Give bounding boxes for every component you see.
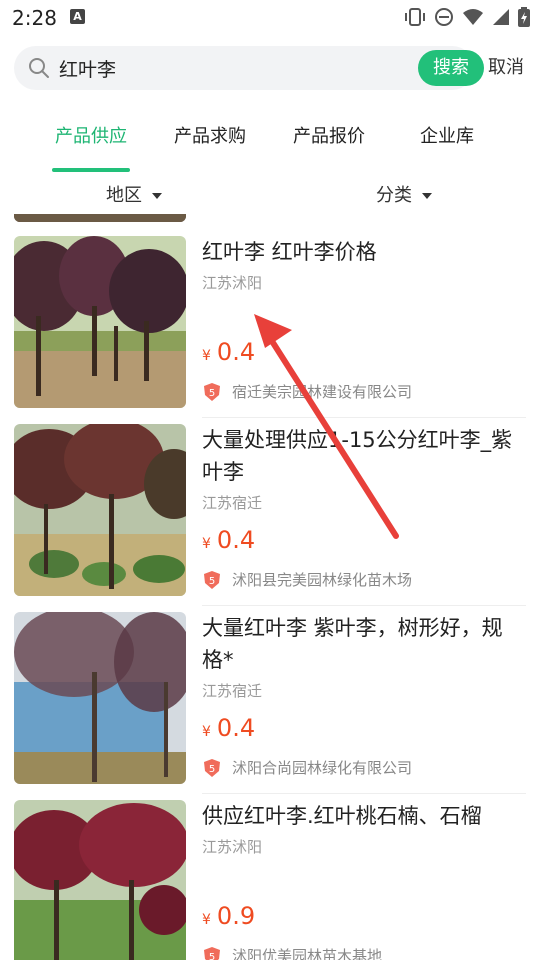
divider [202,793,526,794]
tab-product-supply[interactable]: 产品供应 [52,122,130,148]
status-icons [404,7,530,27]
vibrate-icon [405,8,425,26]
company-row: 5 沭阳合尚园林绿化有限公司 [202,757,412,778]
currency-symbol: ¥ [202,536,211,552]
search-button[interactable]: 搜索 [418,50,484,86]
list-item[interactable]: 供应红叶李.红叶桃石楠、石榴 江苏沭阳 ¥0.9 5 沭阳优美园林苗木基地 [0,800,540,960]
badge-level: 5 [209,576,215,587]
badge-level: 5 [209,764,215,775]
product-title: 大量红叶李 紫叶李，树形好，规格* [202,616,503,672]
category-filter-label: 分类 [376,185,412,206]
shield-badge-icon: 5 [204,758,220,777]
product-price: ¥0.4 [202,714,255,742]
product-info: 大量处理供应1-15公分红叶李_紫叶李 江苏宿迁 ¥0.4 5 沭阳县完美园林绿… [202,424,522,604]
company-name: 沭阳优美园林苗木基地 [232,947,383,960]
product-title: 大量处理供应1-15公分红叶李_紫叶李 [202,428,513,484]
product-price: ¥0.4 [202,526,255,554]
region-filter-label: 地区 [106,185,142,206]
badge-level: 5 [209,388,215,399]
product-title: 红叶李 红叶李价格 [202,240,377,264]
divider [202,605,526,606]
region-filter[interactable]: 地区 [106,181,162,207]
company-name: 宿迁美宗园林建设有限公司 [232,383,413,401]
shield-badge-icon: 5 [204,946,220,960]
tab-product-purchase[interactable]: 产品求购 [171,122,249,148]
product-price: ¥0.4 [202,338,255,366]
search-box[interactable]: 搜索 [14,46,484,90]
company-row: 5 沭阳优美园林苗木基地 [202,945,382,960]
shield-badge-icon: 5 [204,570,220,589]
tab-product-quote[interactable]: 产品报价 [290,122,368,148]
category-filter[interactable]: 分类 [376,181,432,207]
status-time: 2:28 [12,6,57,30]
price-value: 0.4 [216,338,256,366]
product-location: 江苏沭阳 [202,838,263,856]
notification-a-icon: A [70,9,85,24]
tab-company-library[interactable]: 企业库 [412,122,482,148]
wifi-icon [463,9,483,25]
search-icon [29,58,49,78]
cancel-button[interactable]: 取消 [488,46,524,90]
price-value: 0.4 [216,526,256,554]
divider [202,417,526,418]
product-list: 红叶李 红叶李价格 江苏沭阳 ¥0.4 5 宿迁美宗园林建设有限公司 大量处理供… [0,214,540,960]
product-image [14,424,186,596]
product-location: 江苏沭阳 [202,274,263,292]
status-bar: 2:28 A [0,0,540,36]
list-item-partial[interactable] [0,214,540,224]
company-name: 沭阳合尚园林绿化有限公司 [232,759,413,777]
product-image [14,236,186,408]
price-value: 0.9 [216,902,256,930]
company-row: 5 沭阳县完美园林绿化苗木场 [202,569,412,590]
battery-icon [518,7,530,27]
signal-icon [493,9,509,25]
minus-circle-icon [435,8,453,26]
product-title: 供应红叶李.红叶桃石楠、石榴 [202,804,482,828]
product-info: 红叶李 红叶李价格 江苏沭阳 ¥0.4 5 宿迁美宗园林建设有限公司 [202,236,522,416]
shield-badge-icon: 5 [204,382,220,401]
list-item[interactable]: 红叶李 红叶李价格 江苏沭阳 ¥0.4 5 宿迁美宗园林建设有限公司 [0,236,540,418]
chevron-down-icon [152,193,162,199]
badge-level: 5 [209,952,215,960]
product-image [14,214,186,222]
list-item[interactable]: 大量红叶李 紫叶李，树形好，规格* 江苏宿迁 ¥0.4 5 沭阳合尚园林绿化有限… [0,612,540,794]
product-info: 供应红叶李.红叶桃石楠、石榴 江苏沭阳 ¥0.9 5 沭阳优美园林苗木基地 [202,800,522,960]
product-location: 江苏宿迁 [202,682,263,700]
product-price: ¥0.9 [202,902,255,930]
list-item[interactable]: 大量处理供应1-15公分红叶李_紫叶李 江苏宿迁 ¥0.4 5 沭阳县完美园林绿… [0,424,540,606]
search-input[interactable] [59,46,359,90]
product-info: 大量红叶李 紫叶李，树形好，规格* 江苏宿迁 ¥0.4 5 沭阳合尚园林绿化有限… [202,612,522,792]
filter-bar: 地区 分类 [0,172,540,214]
company-name: 沭阳县完美园林绿化苗木场 [232,571,413,589]
currency-symbol: ¥ [202,724,211,740]
product-location: 江苏宿迁 [202,494,263,512]
chevron-down-icon [422,193,432,199]
search-bar: 搜索 取消 [0,46,540,90]
product-image [14,612,186,784]
currency-symbol: ¥ [202,912,211,928]
product-image [14,800,186,960]
company-row: 5 宿迁美宗园林建设有限公司 [202,381,412,402]
price-value: 0.4 [216,714,256,742]
category-tabs: 产品供应 产品求购 产品报价 企业库 [0,108,540,172]
currency-symbol: ¥ [202,348,211,364]
